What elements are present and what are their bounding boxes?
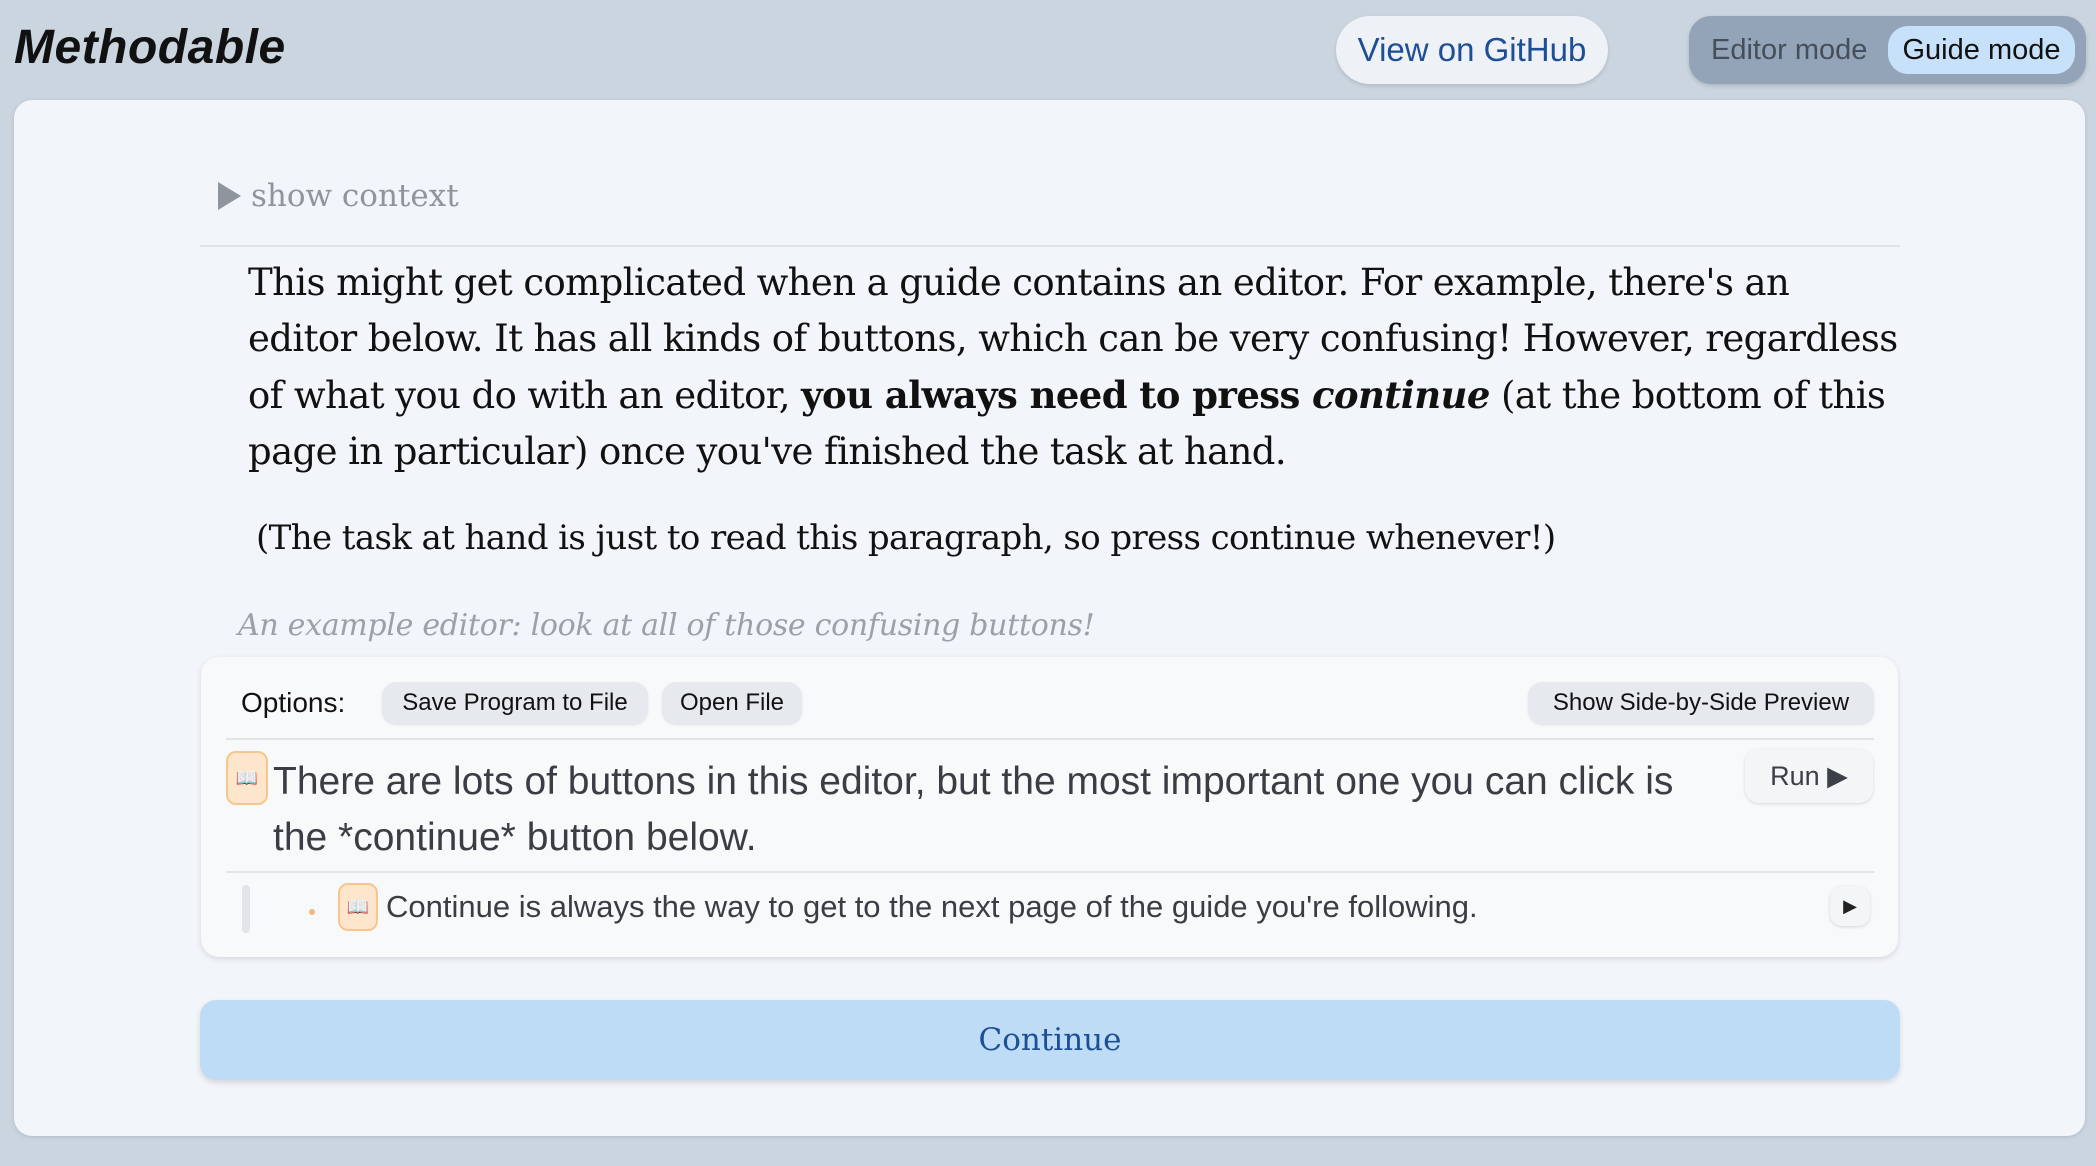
paragraph-bold: you always need to press	[801, 373, 1312, 417]
save-program-button[interactable]: Save Program to File	[382, 682, 648, 724]
triangle-right-icon	[218, 182, 241, 210]
book-icon[interactable]: 📖	[226, 751, 268, 805]
show-context-label: show context	[251, 178, 459, 214]
editor-caption: An example editor: look at all of those …	[238, 608, 1095, 643]
editor-mode-option[interactable]: Editor mode	[1711, 16, 1867, 84]
editor-line-text[interactable]: There are lots of buttons in this editor…	[273, 754, 1713, 866]
paragraph-bold-italic: continue	[1312, 373, 1490, 417]
bullet-dot-icon	[309, 909, 315, 915]
context-divider	[200, 245, 1900, 247]
options-label: Options:	[241, 687, 346, 718]
app-logo: Methodable	[14, 21, 286, 74]
play-icon[interactable]: ▶	[1830, 886, 1870, 926]
side-by-side-preview-button[interactable]: Show Side-by-Side Preview	[1528, 682, 1874, 724]
mode-toggle: Editor mode Guide mode	[1689, 16, 2086, 84]
open-file-button[interactable]: Open File	[662, 682, 802, 724]
guide-mode-option[interactable]: Guide mode	[1888, 26, 2075, 74]
editor-child-line-text[interactable]: Continue is always the way to get to the…	[386, 885, 1478, 929]
continue-button[interactable]: Continue	[200, 1000, 1900, 1080]
show-context-toggle[interactable]: show context	[218, 178, 459, 214]
guide-paragraph: This might get complicated when a guide …	[248, 255, 1908, 480]
view-on-github-button[interactable]: View on GitHub	[1336, 16, 1608, 84]
editor-divider	[226, 871, 1874, 873]
indent-guide	[242, 885, 250, 933]
book-icon[interactable]: 📖	[338, 883, 378, 931]
guide-note: (The task at hand is just to read this p…	[256, 518, 1556, 558]
editor-divider	[226, 738, 1874, 740]
run-button[interactable]: Run ▶	[1745, 749, 1873, 803]
